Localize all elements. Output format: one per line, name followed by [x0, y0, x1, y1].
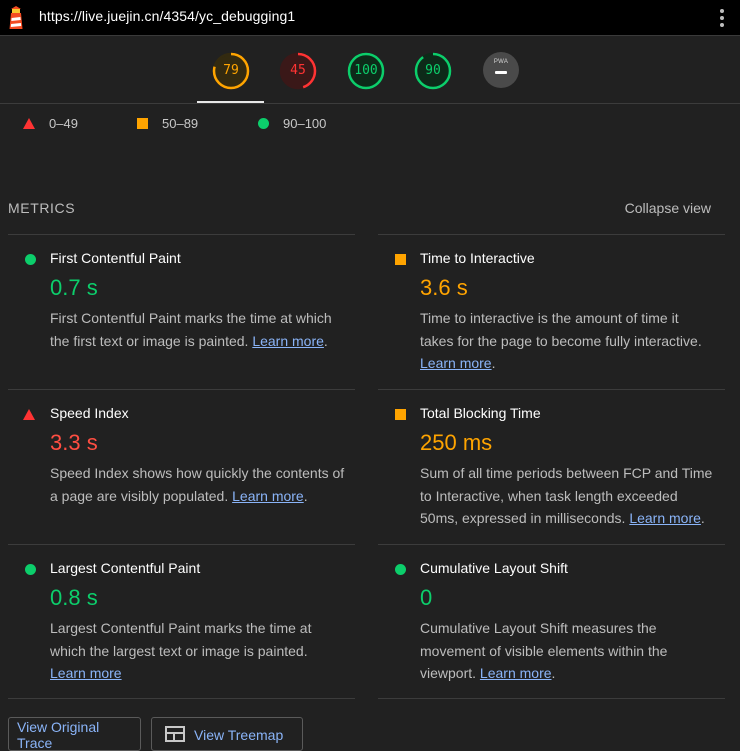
learn-more-link[interactable]: Learn more: [252, 333, 324, 349]
gauge-seo[interactable]: 90: [414, 52, 452, 90]
metric-value: 250 ms: [420, 430, 493, 455]
metric-cumulative-layout-shift: Cumulative Layout Shift 0 Cumulative Lay…: [378, 544, 725, 698]
metric-speed-index: Speed Index 3.3 s Speed Index shows how …: [8, 389, 355, 544]
learn-more-link[interactable]: Learn more: [420, 355, 492, 371]
legend-label-good: 90–100: [283, 115, 327, 131]
page-url: https://live.juejin.cn/4354/yc_debugging…: [39, 8, 296, 24]
triangle-icon: [23, 117, 35, 129]
score-gauges: 79 45 100 90 PWA: [0, 36, 740, 104]
gauge-accessibility[interactable]: 45: [279, 52, 317, 90]
metric-value: 0: [420, 585, 433, 610]
metric-title: First Contentful Paint: [50, 250, 181, 266]
learn-more-link[interactable]: Learn more: [629, 510, 701, 526]
gauge-performance[interactable]: 79: [212, 52, 250, 90]
metric-description: Cumulative Layout Shift measures the mov…: [420, 620, 668, 681]
view-treemap-button[interactable]: View Treemap: [151, 717, 303, 751]
legend-item-average: 50–89: [137, 114, 198, 132]
collapse-view-button[interactable]: Collapse view: [625, 200, 711, 216]
metric-title: Total Blocking Time: [420, 405, 541, 421]
gauge-score-seo: 90: [425, 63, 441, 78]
treemap-icon: [165, 726, 185, 742]
view-original-trace-label: View Original Trace: [17, 719, 100, 751]
gauge-score-best-practices: 100: [354, 63, 378, 78]
divider: [8, 698, 355, 699]
metric-total-blocking-time: Total Blocking Time 250 ms Sum of all ti…: [378, 389, 725, 544]
legend-item-good: 90–100: [258, 114, 326, 132]
metric-value: 0.7 s: [50, 275, 98, 300]
metric-first-contentful-paint: First Contentful Paint 0.7 s First Conte…: [8, 234, 355, 389]
metric-title: Speed Index: [50, 405, 129, 421]
poor-status-icon: [23, 409, 35, 420]
metric-description: Time to interactive is the amount of tim…: [420, 310, 702, 371]
pwa-dash-icon: [495, 71, 507, 74]
good-status-icon: [25, 564, 36, 575]
metric-title: Largest Contentful Paint: [50, 560, 201, 576]
average-status-icon: [395, 409, 406, 420]
good-status-icon: [395, 564, 406, 575]
active-tab-indicator: [197, 101, 264, 103]
metric-value: 3.6 s: [420, 275, 468, 300]
circle-icon: [258, 117, 269, 129]
metric-title: Time to Interactive: [420, 250, 535, 266]
metric-title: Cumulative Layout Shift: [420, 560, 568, 576]
url-bar: https://live.juejin.cn/4354/yc_debugging…: [0, 0, 740, 36]
view-original-trace-button[interactable]: View Original Trace: [8, 717, 141, 751]
metric-description: First Contentful Paint marks the time at…: [50, 310, 332, 349]
divider: [378, 698, 725, 699]
learn-more-link[interactable]: Learn more: [50, 665, 122, 681]
metric-largest-contentful-paint: Largest Contentful Paint 0.8 s Largest C…: [8, 544, 355, 698]
metric-value: 0.8 s: [50, 585, 98, 610]
gauge-best-practices[interactable]: 100: [347, 52, 385, 90]
lighthouse-logo-icon: [9, 6, 23, 29]
legend-label-average: 50–89: [162, 115, 199, 131]
pwa-badge[interactable]: PWA: [483, 52, 519, 88]
metric-description: Speed Index shows how quickly the conten…: [50, 465, 345, 504]
learn-more-link[interactable]: Learn more: [480, 665, 552, 681]
metric-description-text: Largest Contentful Paint marks the time …: [50, 620, 312, 659]
legend-item-poor: 0–49: [23, 114, 78, 132]
score-legend: 0–49 50–89 90–100: [0, 114, 740, 134]
metric-time-to-interactive: Time to Interactive 3.6 s Time to intera…: [378, 234, 725, 389]
metric-description: Sum of all time periods between FCP and …: [420, 465, 713, 526]
metric-description: Largest Contentful Paint marks the time …: [50, 617, 345, 685]
average-status-icon: [395, 254, 406, 265]
metric-value: 3.3 s: [50, 430, 98, 455]
metric-description-text: Time to interactive is the amount of tim…: [420, 310, 702, 349]
more-options-icon[interactable]: [714, 8, 730, 28]
view-treemap-label: View Treemap: [194, 727, 284, 743]
metrics-heading: METRICS: [8, 200, 76, 216]
square-icon: [137, 117, 148, 129]
good-status-icon: [25, 254, 36, 265]
legend-label-poor: 0–49: [49, 115, 78, 131]
pwa-label: PWA: [493, 59, 509, 65]
gauge-score-accessibility: 45: [290, 63, 306, 78]
gauge-score-performance: 79: [223, 63, 239, 78]
learn-more-link[interactable]: Learn more: [232, 488, 304, 504]
